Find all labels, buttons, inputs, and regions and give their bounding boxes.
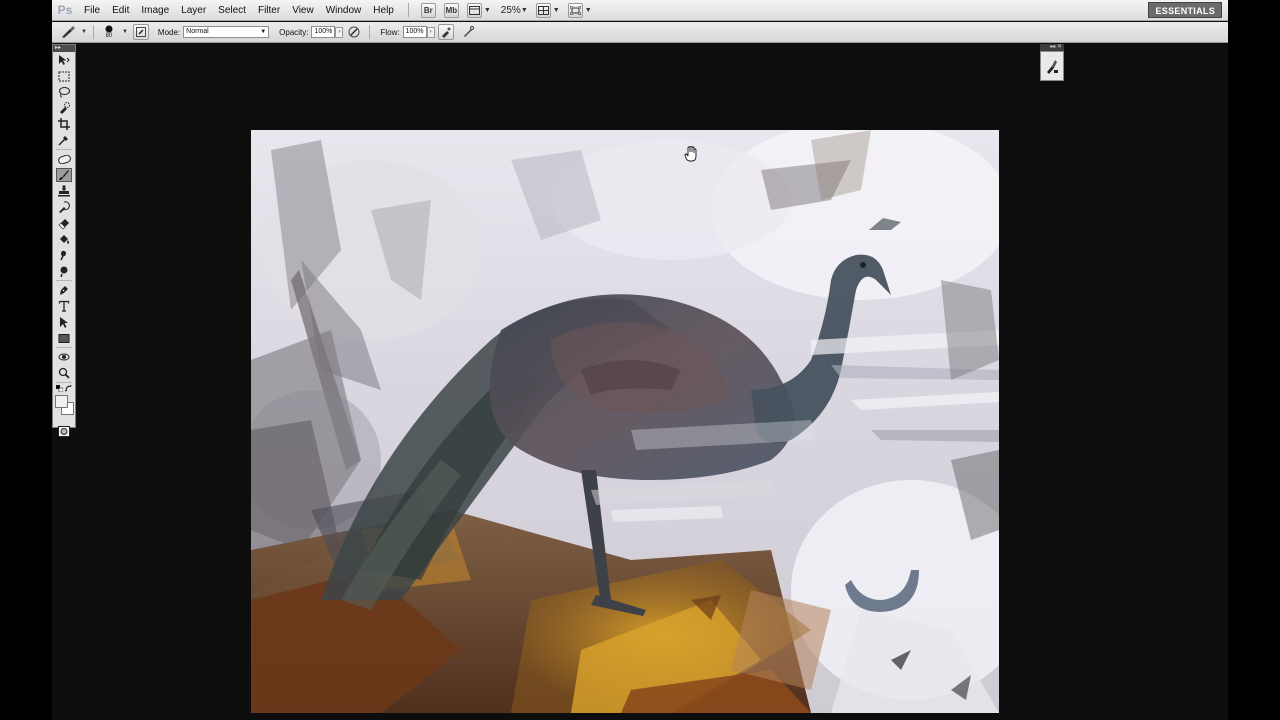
- menu-window[interactable]: Window: [320, 0, 368, 21]
- menu-filter[interactable]: Filter: [252, 0, 286, 21]
- photoshop-window: Ps File Edit Image Layer Select Filter V…: [52, 0, 1228, 720]
- options-divider: [369, 25, 371, 39]
- menu-layer[interactable]: Layer: [175, 0, 212, 21]
- mode-label: Mode:: [157, 27, 181, 37]
- menu-edit[interactable]: Edit: [106, 0, 135, 21]
- brush-preset-dropdown-icon[interactable]: ▼: [120, 29, 130, 35]
- tablet-pressure-size-button[interactable]: [460, 24, 476, 40]
- clone-stamp-icon[interactable]: [56, 184, 72, 198]
- arrange-documents-icon: [537, 5, 549, 15]
- tools-panel: ▸▸: [52, 44, 76, 437]
- blend-mode-value: Normal: [186, 28, 209, 35]
- zoom-like-icon[interactable]: [56, 264, 72, 278]
- arrange-documents-button[interactable]: [535, 2, 551, 18]
- brush-preset-picker[interactable]: 80: [101, 23, 117, 41]
- menu-select[interactable]: Select: [212, 0, 252, 21]
- color-swatches: [54, 395, 74, 421]
- foreground-color-swatch[interactable]: [55, 395, 68, 408]
- launch-bridge-button[interactable]: Br: [420, 2, 436, 18]
- screen-mode-dropdown-icon[interactable]: ▼: [585, 7, 592, 14]
- brush-panel-icon: [135, 27, 146, 37]
- history-brush-icon[interactable]: [56, 200, 72, 214]
- pen-pressure-icon: [348, 26, 360, 38]
- move-tool-icon[interactable]: [56, 53, 72, 67]
- opacity-input[interactable]: 100%: [311, 26, 336, 38]
- workspace-essentials-button[interactable]: ESSENTIALS: [1148, 2, 1222, 18]
- blend-mode-select[interactable]: Normal ▼: [183, 26, 270, 38]
- menu-bar: Ps File Edit Image Layer Select Filter V…: [52, 0, 1228, 21]
- brush-size-value: 80: [105, 33, 113, 39]
- pen-pressure-size-icon: [463, 26, 474, 37]
- quick-selection-icon[interactable]: [56, 101, 72, 115]
- opacity-label: Opacity:: [279, 27, 309, 37]
- zoom-icon[interactable]: [56, 366, 72, 380]
- default-colors-icon[interactable]: [56, 385, 63, 392]
- tools-divider: [56, 382, 72, 383]
- quick-mask-icon[interactable]: [56, 424, 72, 438]
- screen-mode-button[interactable]: [567, 2, 583, 18]
- menu-image[interactable]: Image: [135, 0, 175, 21]
- flow-slider-toggle[interactable]: ›: [426, 26, 435, 38]
- tool-preset-dropdown-icon[interactable]: ▼: [79, 29, 89, 35]
- menu-help[interactable]: Help: [367, 0, 400, 21]
- tool-presets-icon: [1047, 60, 1058, 74]
- zoom-dropdown-icon[interactable]: ▼: [521, 7, 528, 14]
- tools-panel-header[interactable]: ▸▸: [53, 45, 75, 52]
- launch-mini-bridge-button[interactable]: Mb: [443, 2, 459, 18]
- tablet-pressure-opacity-button[interactable]: [346, 24, 362, 40]
- peacock-artwork: [251, 130, 999, 713]
- brush-icon[interactable]: [56, 168, 72, 182]
- collapsed-panel-dock: ◂◂ ✕: [1040, 44, 1064, 82]
- blend-mode-dropdown-icon: ▼: [260, 29, 267, 35]
- tools-divider: [56, 347, 72, 348]
- dodge-icon[interactable]: [56, 248, 72, 262]
- eraser-icon[interactable]: [56, 216, 72, 230]
- view-extras-icon: [468, 5, 480, 15]
- options-bar: ▼ 80 ▼ Mode: Normal ▼ Opacity: 100% › Fl…: [52, 22, 1228, 43]
- zoom-level[interactable]: 25%: [501, 5, 521, 16]
- options-divider: [92, 25, 94, 39]
- eyedropper-icon[interactable]: [56, 133, 72, 147]
- paint-bucket-icon[interactable]: [56, 232, 72, 246]
- rectangular-marquee-icon[interactable]: [56, 69, 72, 83]
- brush-panel-toggle[interactable]: [132, 24, 149, 40]
- healing-brush-icon[interactable]: [56, 152, 72, 166]
- pen-icon[interactable]: [56, 283, 72, 297]
- arrange-dropdown-icon[interactable]: ▼: [553, 7, 560, 14]
- path-selection-icon[interactable]: [56, 315, 72, 329]
- 3d-rotate-icon[interactable]: [56, 350, 72, 364]
- menu-view[interactable]: View: [286, 0, 320, 21]
- menu-divider: [407, 3, 409, 17]
- menu-file[interactable]: File: [78, 0, 106, 21]
- rectangle-shape-icon[interactable]: [56, 331, 72, 345]
- tools-divider: [56, 280, 72, 281]
- brush-tip-icon: [105, 25, 113, 33]
- flow-input[interactable]: 100%: [402, 26, 427, 38]
- type-icon[interactable]: [56, 299, 72, 313]
- hand-cursor-icon: [684, 146, 697, 162]
- document-canvas[interactable]: [251, 130, 999, 713]
- lasso-icon[interactable]: [56, 85, 72, 99]
- brush-preset-icon: [62, 26, 75, 38]
- tool-preset-picker[interactable]: [60, 24, 76, 40]
- airbrush-toggle[interactable]: [437, 24, 454, 40]
- panel-dock-header[interactable]: ◂◂ ✕: [1040, 44, 1064, 51]
- crop-icon[interactable]: [56, 117, 72, 131]
- view-extras-dropdown-icon[interactable]: ▼: [484, 7, 491, 14]
- opacity-slider-toggle[interactable]: ›: [335, 26, 344, 38]
- airbrush-icon: [442, 27, 451, 38]
- view-extras-button[interactable]: [466, 2, 482, 18]
- panel-dock-button[interactable]: [1040, 51, 1064, 81]
- photoshop-logo: Ps: [57, 2, 73, 17]
- tools-divider: [56, 149, 72, 150]
- screen-mode-icon: [569, 5, 581, 15]
- color-swap-row: [53, 385, 75, 393]
- flow-label: Flow:: [380, 27, 400, 37]
- swap-colors-icon[interactable]: [65, 385, 72, 392]
